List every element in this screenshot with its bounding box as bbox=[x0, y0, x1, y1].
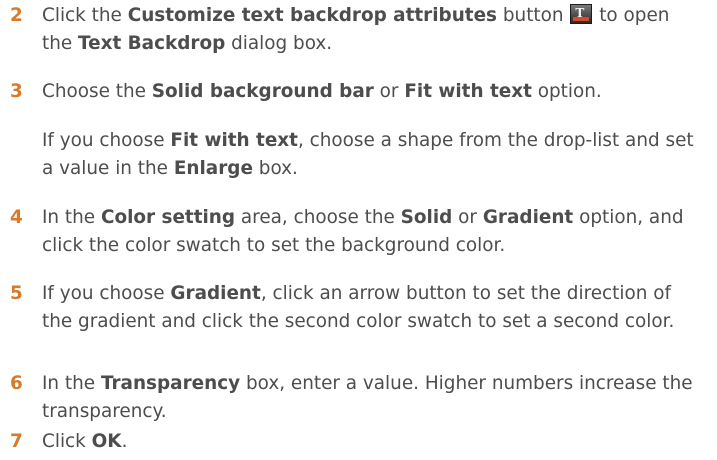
text-run: button bbox=[497, 5, 570, 26]
ui-term: Solid background bar bbox=[151, 81, 374, 102]
text-run: Click the bbox=[42, 5, 128, 26]
text-run: In the bbox=[42, 373, 101, 394]
ui-term: Gradient bbox=[482, 207, 574, 228]
text-run: If you choose bbox=[42, 130, 171, 151]
step-text: In the Transparency box, enter a value. … bbox=[42, 370, 700, 426]
step-number: 5 bbox=[10, 283, 23, 304]
step-text: Click the Customize text backdrop attrib… bbox=[42, 2, 700, 58]
text-backdrop-icon: T bbox=[570, 4, 593, 24]
text-run: or bbox=[373, 81, 405, 102]
text-run: . bbox=[121, 431, 128, 452]
step-number: 7 bbox=[10, 431, 23, 452]
step-3-note: If you choose Fit with text, choose a sh… bbox=[42, 127, 702, 183]
ui-term: Enlarge bbox=[173, 158, 253, 179]
ui-term: Gradient bbox=[170, 283, 261, 304]
ui-term: Text Backdrop bbox=[78, 33, 226, 54]
step-text: Choose the Solid background bar or Fit w… bbox=[42, 78, 700, 106]
ui-term: Customize text backdrop attributes bbox=[127, 5, 498, 26]
text-run: area, choose the bbox=[235, 207, 401, 228]
step-6: 6 In the Transparency box, enter a value… bbox=[0, 370, 700, 426]
ui-term: Fit with text bbox=[404, 81, 532, 102]
step-number: 3 bbox=[10, 81, 23, 102]
ui-term: OK bbox=[91, 431, 122, 452]
step-text: Click OK. bbox=[42, 428, 700, 456]
step-2: 2 Click the Customize text backdrop attr… bbox=[0, 2, 700, 58]
ui-term: Color setting bbox=[100, 207, 236, 228]
text-run: If you choose bbox=[42, 283, 171, 304]
text-run: box. bbox=[252, 158, 298, 179]
step-4: 4 In the Color setting area, choose the … bbox=[0, 204, 700, 260]
ui-term: Fit with text bbox=[170, 130, 298, 151]
step-text: If you choose Gradient, click an arrow b… bbox=[42, 280, 700, 336]
step-text: In the Color setting area, choose the So… bbox=[42, 204, 700, 260]
text-run: In the bbox=[42, 207, 101, 228]
step-3: 3 Choose the Solid background bar or Fit… bbox=[0, 78, 700, 106]
step-number: 4 bbox=[10, 207, 23, 228]
step-7: 7 Click OK. bbox=[0, 428, 700, 456]
step-number: 2 bbox=[10, 5, 23, 26]
text-run: dialog box. bbox=[225, 33, 333, 54]
step-5: 5 If you choose Gradient, click an arrow… bbox=[0, 280, 700, 336]
text-run: or bbox=[452, 207, 483, 228]
text-run: Choose the bbox=[42, 81, 152, 102]
text-run: option. bbox=[531, 81, 602, 102]
ui-term: Solid bbox=[400, 207, 453, 228]
document-page: 2 Click the Customize text backdrop attr… bbox=[0, 0, 717, 460]
ui-term: Transparency bbox=[100, 373, 241, 394]
step-number: 6 bbox=[10, 373, 23, 394]
text-run: Click bbox=[42, 431, 92, 452]
